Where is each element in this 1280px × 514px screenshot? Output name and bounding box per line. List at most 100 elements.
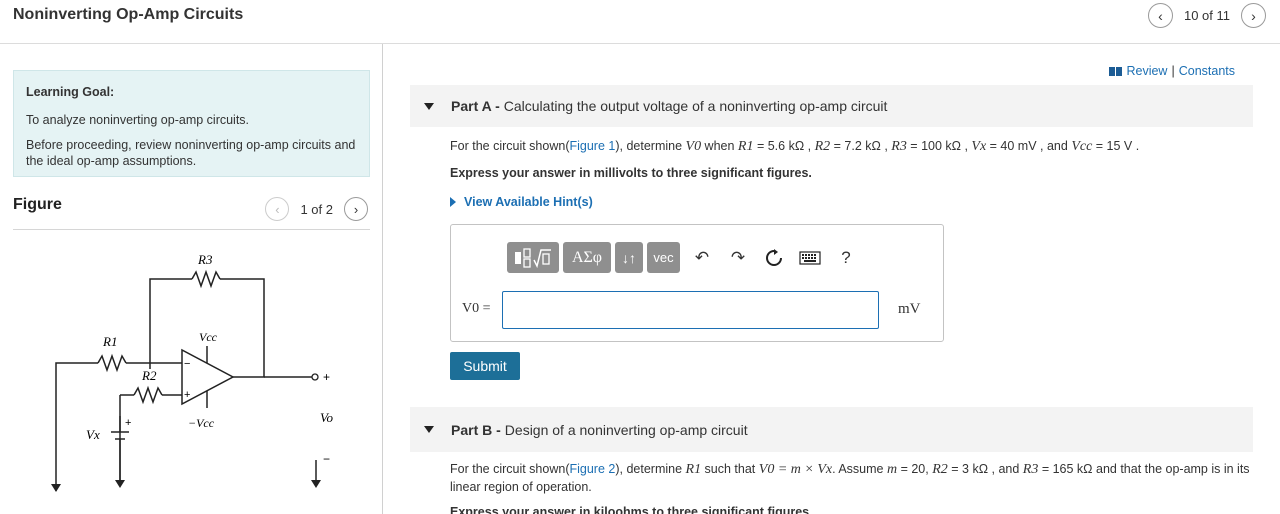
circuit-diagram: − + R3 Vcc R1 R2 + −Vcc Vo + Vx − [51, 252, 334, 492]
part-b-header[interactable]: Part B - Design of a noninverting op-amp… [410, 407, 1253, 452]
figure-title: Figure [13, 196, 62, 213]
noninverting-input-sign: + [184, 389, 190, 401]
help-button[interactable]: ? [828, 242, 864, 273]
part-b-label: Part B - [451, 421, 501, 438]
collapse-triangle-icon [424, 426, 434, 433]
part-a-question: For the circuit shown(Figure 1), determi… [450, 138, 1139, 156]
learning-goal-panel: Learning Goal: To analyze noninverting o… [13, 70, 370, 177]
view-hints-label: View Available Hint(s) [464, 195, 593, 209]
output-minus-label: − [323, 452, 330, 466]
r3-label: R3 [197, 252, 213, 267]
answer-unit: mV [898, 301, 921, 317]
vcc-value: = 15 V . [1092, 139, 1140, 153]
review-link[interactable]: Review [1126, 64, 1167, 78]
r3-symbol: R3 [1022, 462, 1039, 477]
vx-value: = 40 mV , and [986, 139, 1072, 153]
gain-formula: V0 = m × Vx [758, 462, 833, 477]
expand-triangle-icon [450, 197, 456, 207]
subscript-superscript-button[interactable]: ↓↑ [615, 242, 643, 273]
r1-symbol: R1 [685, 462, 702, 477]
r2-symbol: R2 [814, 139, 831, 154]
r3-value: = 100 kΩ , [906, 139, 972, 153]
link-separator: | [1171, 64, 1175, 78]
part-b-question: For the circuit shown(Figure 2), determi… [450, 461, 1250, 495]
review-constants-links: Review | Constants [1109, 64, 1235, 78]
constants-link[interactable]: Constants [1179, 64, 1235, 78]
r1-symbol: R1 [737, 139, 754, 154]
m-symbol: m [886, 462, 898, 477]
reset-button[interactable] [756, 242, 792, 273]
inverting-input-sign: − [184, 358, 190, 370]
submit-button[interactable]: Submit [450, 352, 520, 380]
figure-header: Figure ‹ 1 of 2 › [13, 196, 370, 230]
question-text: ), determine [615, 462, 686, 476]
answer-label: V0 = [462, 301, 491, 316]
vector-button[interactable]: vec [647, 242, 680, 273]
negative-vcc-label: −Vcc [188, 416, 215, 430]
question-text: ), determine [615, 139, 686, 153]
part-a-title: Calculating the output voltage of a noni… [503, 98, 888, 114]
question-text: . Assume [832, 462, 887, 476]
previous-item-button[interactable]: ‹ [1147, 3, 1173, 28]
r2-symbol: R2 [932, 462, 948, 477]
chevron-right-icon: › [353, 201, 359, 217]
templates-button[interactable] [507, 242, 559, 273]
battery-plus-label: + [125, 417, 131, 429]
book-icon [1109, 66, 1123, 76]
learning-goal-text: To analyze noninverting op-amp circuits. [26, 113, 250, 128]
page-title: Noninverting Op-Amp Circuits [13, 6, 244, 23]
item-pager: ‹ 10 of 11 › [1147, 3, 1266, 28]
keyboard-icon [799, 250, 821, 265]
learning-goal-heading: Learning Goal: [26, 85, 115, 99]
vx-label: Vx [86, 427, 100, 442]
r2-label: R2 [141, 368, 157, 383]
top-bar: Noninverting Op-Amp Circuits ‹ 10 of 11 … [0, 0, 1280, 44]
learning-goal-review-text: Before proceeding, review noninverting o… [26, 137, 356, 168]
redo-icon: ↷ [730, 247, 746, 267]
undo-icon: ↶ [694, 247, 710, 267]
previous-figure-button[interactable]: ‹ [265, 197, 290, 221]
vo-label: Vo [320, 410, 334, 425]
r2-value: = 3 kΩ , and [947, 462, 1023, 476]
part-a-label: Part A - [451, 98, 500, 114]
part-a-instruction: Express your answer in millivolts to thr… [450, 166, 812, 180]
column-divider [382, 44, 383, 514]
figure-1-link[interactable]: Figure 1 [569, 139, 615, 153]
part-a-header[interactable]: Part A - Calculating the output voltage … [410, 85, 1253, 127]
vx-symbol: Vx [971, 139, 987, 154]
question-text: when [701, 139, 738, 153]
chevron-left-icon: ‹ [1158, 7, 1163, 24]
chevron-right-icon: › [1251, 7, 1256, 24]
math-toolbar: ΑΣφ ↓↑ vec ↶ ↷ ? [507, 242, 864, 273]
item-counter: 10 of 11 [1183, 8, 1230, 23]
answer-input[interactable] [502, 291, 879, 329]
part-b-instruction: Express your answer in kiloohms to three… [450, 505, 813, 514]
next-item-button[interactable]: › [1241, 3, 1266, 28]
next-figure-button[interactable]: › [344, 197, 368, 221]
vcc-symbol: Vcc [1071, 139, 1093, 154]
question-text: For the circuit shown( [450, 462, 570, 476]
question-text: For the circuit shown( [450, 139, 570, 153]
reset-icon [766, 248, 782, 266]
keyboard-button[interactable] [792, 242, 828, 273]
vcc-label: Vcc [199, 330, 218, 344]
answer-panel: ΑΣφ ↓↑ vec ↶ ↷ ? V0 = mV [450, 224, 944, 342]
output-plus-label: + [323, 370, 330, 384]
collapse-triangle-icon [424, 102, 434, 110]
part-b-title: Design of a noninverting op-amp circuit [504, 421, 748, 438]
r3-symbol: R3 [891, 139, 907, 154]
view-hints-toggle[interactable]: View Available Hint(s) [450, 195, 593, 209]
m-value: = 20, [897, 462, 933, 476]
redo-button[interactable]: ↷ [720, 242, 756, 273]
figure-pager: ‹ 1 of 2 › [265, 197, 368, 221]
figure-counter: 1 of 2 [300, 201, 333, 217]
v0-symbol: V0 [685, 139, 702, 154]
template-icon [515, 247, 551, 268]
figure-2-link[interactable]: Figure 2 [569, 462, 615, 476]
undo-button[interactable]: ↶ [684, 242, 720, 273]
r1-value: = 5.6 kΩ , [753, 139, 815, 153]
greek-symbols-button[interactable]: ΑΣφ [563, 242, 611, 273]
r1-label: R1 [102, 334, 117, 349]
chevron-left-icon: ‹ [275, 201, 280, 217]
question-text: such that [701, 462, 759, 476]
